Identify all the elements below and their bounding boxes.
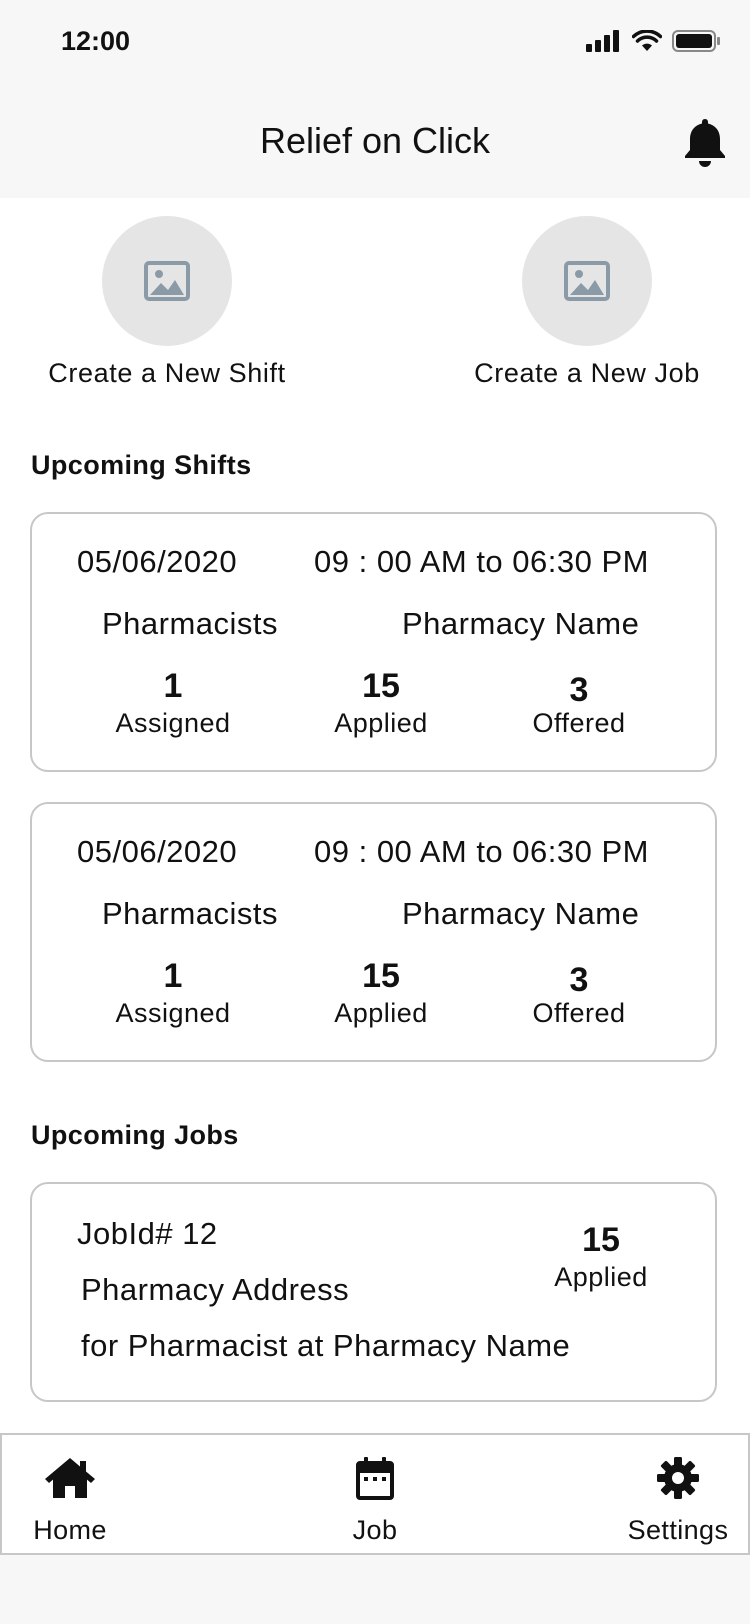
assigned-label: Assigned [115,708,231,738]
create-shift-label: Create a New Shift [48,358,286,388]
status-icons [586,30,720,52]
tab-home[interactable]: Home [0,1455,140,1546]
offered-label: Offered [532,708,626,738]
assigned-count: 1 [163,957,183,995]
job-description: for Pharmacist at Pharmacy Name [81,1328,571,1363]
job-applied-stat: 15 Applied [516,1220,686,1294]
assigned-stat: 1 Assigned [88,956,258,1030]
offered-count: 3 [569,671,589,709]
assigned-stat: 1 Assigned [88,666,258,740]
tab-bar: Home Job Settings [0,1433,750,1555]
offered-stat: 3 Offered [494,670,664,740]
tab-job[interactable]: Job [305,1455,445,1546]
gear-icon [657,1457,699,1499]
status-bar: 12:00 [0,0,750,88]
tab-home-label: Home [33,1515,107,1545]
shift-date: 05/06/2020 [77,544,238,579]
shift-pharmacy: Pharmacy Name [402,896,640,931]
signal-icon [586,30,619,52]
create-job-image [522,216,652,346]
upcoming-shifts-title: Upcoming Shifts [31,450,252,480]
applied-count: 15 [362,667,400,705]
offered-label: Offered [532,998,626,1028]
shift-date: 05/06/2020 [77,834,238,869]
create-job-label: Create a New Job [474,358,700,388]
tab-settings[interactable]: Settings [608,1455,748,1546]
create-shift-button[interactable]: Create a New Shift [47,216,287,389]
applied-stat: 15 Applied [296,956,466,1030]
app-header: Relief on Click [0,88,750,198]
applied-label: Applied [334,998,428,1028]
offered-count: 3 [569,961,589,999]
upcoming-jobs-title: Upcoming Jobs [31,1120,239,1150]
image-placeholder-icon [564,261,610,301]
shift-time: 09 : 00 AM to 06:30 PM [314,544,649,579]
job-applied-count: 15 [582,1221,620,1259]
job-id: JobId# 12 [77,1216,218,1251]
shift-time: 09 : 00 AM to 06:30 PM [314,834,649,869]
home-icon [45,1458,95,1498]
status-time: 12:00 [61,26,131,56]
tab-settings-label: Settings [627,1515,729,1545]
bell-icon [685,119,725,167]
offered-stat: 3 Offered [494,960,664,1030]
applied-count: 15 [362,957,400,995]
shift-role: Pharmacists [102,896,279,931]
notifications-button[interactable] [682,116,728,173]
calendar-icon [356,1457,394,1500]
tab-job-label: Job [352,1515,398,1545]
shift-role: Pharmacists [102,606,279,641]
assigned-count: 1 [163,667,183,705]
job-applied-label: Applied [554,1262,648,1292]
applied-stat: 15 Applied [296,666,466,740]
page-title: Relief on Click [259,120,491,161]
shift-card[interactable]: 05/06/2020 09 : 00 AM to 06:30 PM Pharma… [30,802,717,1062]
create-job-button[interactable]: Create a New Job [467,216,707,389]
shift-pharmacy: Pharmacy Name [402,606,640,641]
create-shift-image [102,216,232,346]
wifi-icon [632,30,662,51]
assigned-label: Assigned [115,998,231,1028]
applied-label: Applied [334,708,428,738]
job-address: Pharmacy Address [81,1272,350,1307]
image-placeholder-icon [144,261,190,301]
job-card[interactable]: JobId# 12 Pharmacy Address for Pharmacis… [30,1182,717,1402]
shift-card[interactable]: 05/06/2020 09 : 00 AM to 06:30 PM Pharma… [30,512,717,772]
main-content: Create a New Shift Create a New Job Upco… [0,198,750,1433]
battery-icon [672,30,720,52]
